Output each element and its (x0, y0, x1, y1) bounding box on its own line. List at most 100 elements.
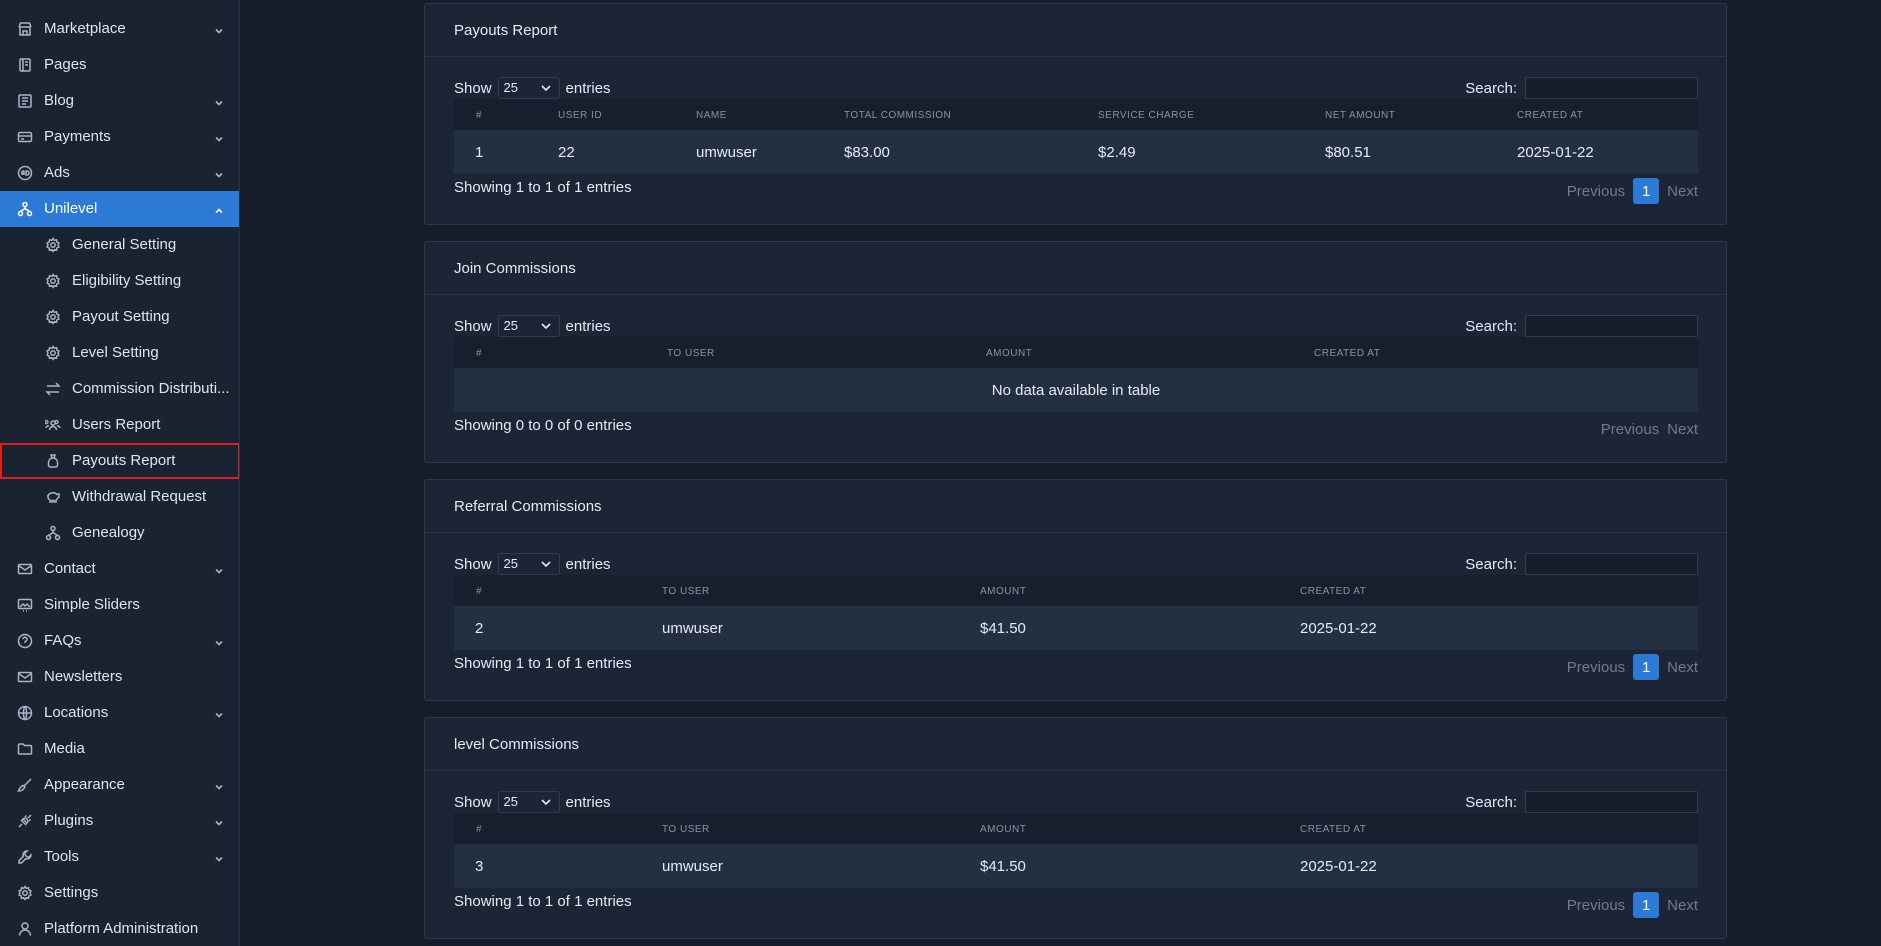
search-label: Search: (1465, 555, 1517, 573)
level-commissions-card: level Commissions Show 25 entries Search… (424, 717, 1727, 939)
previous-button[interactable]: Previous (1567, 183, 1625, 200)
column-header[interactable]: # (476, 110, 482, 121)
sidebar-item-users-report[interactable]: Users Report (0, 407, 239, 443)
sidebar-item-faqs[interactable]: FAQs (0, 623, 239, 659)
sidebar-item-plugins[interactable]: Plugins (0, 803, 239, 839)
sidebar-item-payouts-report[interactable]: Payouts Report (0, 443, 239, 479)
gear-icon (45, 309, 61, 325)
sidebar-item-payout-setting[interactable]: Payout Setting (0, 299, 239, 335)
previous-button[interactable]: Previous (1567, 659, 1625, 676)
chevron-down-icon (540, 85, 551, 92)
sidebar-item-general-setting[interactable]: General Setting (0, 227, 239, 263)
page-length-select[interactable]: 25 (497, 553, 560, 575)
chevron-down-icon (214, 815, 224, 826)
entries-label: entries (565, 317, 611, 335)
next-button[interactable]: Next (1667, 897, 1698, 914)
sidebar-item-media[interactable]: Media (0, 731, 239, 767)
column-header[interactable]: TO USER (667, 348, 715, 359)
table-info: Showing 0 to 0 of 0 entries (454, 417, 632, 434)
table-row: 3 umwuser $41.50 2025-01-22 (454, 844, 1698, 888)
search-input[interactable] (1525, 553, 1698, 575)
chevron-down-icon (214, 707, 224, 718)
column-header[interactable]: TO USER (662, 824, 710, 835)
column-header[interactable]: CREATED AT (1314, 348, 1380, 359)
show-label: Show (454, 555, 492, 573)
sidebar-item-label: Payouts Report (72, 453, 176, 469)
sidebar-item-marketplace[interactable]: Marketplace (0, 11, 239, 47)
sidebar-item-contact[interactable]: Contact (0, 551, 239, 587)
page-length-select[interactable]: 25 (497, 77, 560, 99)
search-input[interactable] (1525, 315, 1698, 337)
sidebar-item-settings[interactable]: Settings (0, 875, 239, 911)
sidebar-item-label: FAQs (44, 632, 82, 649)
sidebar-item-label: Withdrawal Request (72, 489, 207, 505)
help-circle-icon (17, 633, 33, 649)
column-header[interactable]: # (476, 348, 482, 359)
sidebar-item-pages[interactable]: Pages (0, 47, 239, 83)
column-header[interactable]: SERVICE CHARGE (1098, 110, 1194, 121)
column-header[interactable]: CREATED AT (1300, 824, 1366, 835)
sidebar-item-payments[interactable]: Payments (0, 119, 239, 155)
sidebar-item-label: Payments (44, 128, 111, 145)
divider (425, 532, 1726, 533)
sidebar-item-label: Tools (44, 848, 80, 865)
sidebar-item-appearance[interactable]: Appearance (0, 767, 239, 803)
gear-icon (45, 237, 61, 253)
sidebar-item-newsletters[interactable]: Newsletters (0, 659, 239, 695)
sidebar-item-blog[interactable]: Blog (0, 83, 239, 119)
sidebar-item-tools[interactable]: Tools (0, 839, 239, 875)
column-header[interactable]: # (476, 586, 482, 597)
column-header[interactable]: TOTAL COMMISSION (844, 110, 951, 121)
column-header[interactable]: USER ID (558, 110, 602, 121)
next-button[interactable]: Next (1667, 421, 1698, 438)
page-button[interactable]: 1 (1633, 654, 1660, 680)
sidebar-item-label: Users Report (72, 417, 161, 433)
column-header[interactable]: CREATED AT (1300, 586, 1366, 597)
divider (425, 294, 1726, 295)
table-header: # TO USER AMOUNT CREATED AT (454, 575, 1698, 606)
chevron-down-icon (214, 851, 224, 862)
search-input[interactable] (1525, 791, 1698, 813)
previous-button[interactable]: Previous (1567, 897, 1625, 914)
sidebar-item-locations[interactable]: Locations (0, 695, 239, 731)
next-button[interactable]: Next (1667, 183, 1698, 200)
column-header[interactable]: AMOUNT (980, 824, 1026, 835)
page-length-control: Show 25 entries (454, 791, 611, 813)
sidebar-item-eligibility-setting[interactable]: Eligibility Setting (0, 263, 239, 299)
sidebar-item-genealogy[interactable]: Genealogy (0, 515, 239, 551)
next-button[interactable]: Next (1667, 659, 1698, 676)
sidebar-item-level-setting[interactable]: Level Setting (0, 335, 239, 371)
column-header[interactable]: TO USER (662, 586, 710, 597)
chevron-down-icon (214, 167, 224, 178)
sidebar-item-withdrawal-request[interactable]: Withdrawal Request (0, 479, 239, 515)
show-label: Show (454, 793, 492, 811)
chevron-up-icon (214, 203, 224, 214)
table-row: 1 22 umwuser $83.00 $2.49 $80.51 2025-01… (454, 130, 1698, 174)
column-header[interactable]: NET AMOUNT (1325, 110, 1395, 121)
column-header[interactable]: AMOUNT (980, 586, 1026, 597)
sidebar-item-commission-distribution[interactable]: Commission Distributi... (0, 371, 239, 407)
chevron-down-icon (540, 323, 551, 330)
search-input[interactable] (1525, 77, 1698, 99)
globe-icon (17, 705, 33, 721)
cell: 1 (475, 144, 484, 161)
column-header[interactable]: CREATED AT (1517, 110, 1583, 121)
column-header[interactable]: NAME (696, 110, 727, 121)
sidebar-item-ads[interactable]: Ads (0, 155, 239, 191)
credit-card-icon (17, 129, 33, 145)
page-button[interactable]: 1 (1633, 892, 1660, 918)
sidebar-item-unilevel[interactable]: Unilevel (0, 191, 239, 227)
page-length-select[interactable]: 25 (497, 791, 560, 813)
column-header[interactable]: # (476, 824, 482, 835)
page-length-select[interactable]: 25 (497, 315, 560, 337)
previous-button[interactable]: Previous (1601, 421, 1659, 438)
page-button[interactable]: 1 (1633, 178, 1660, 204)
sidebar-item-platform-administration[interactable]: Platform Administration (0, 911, 239, 946)
sidebar-item-label: Unilevel (44, 200, 98, 217)
chevron-down-icon (214, 131, 224, 142)
column-header[interactable]: AMOUNT (986, 348, 1032, 359)
search-label: Search: (1465, 793, 1517, 811)
sidebar-item-label: Newsletters (44, 668, 123, 685)
slideshow-icon (17, 597, 33, 613)
sidebar-item-simple-sliders[interactable]: Simple Sliders (0, 587, 239, 623)
